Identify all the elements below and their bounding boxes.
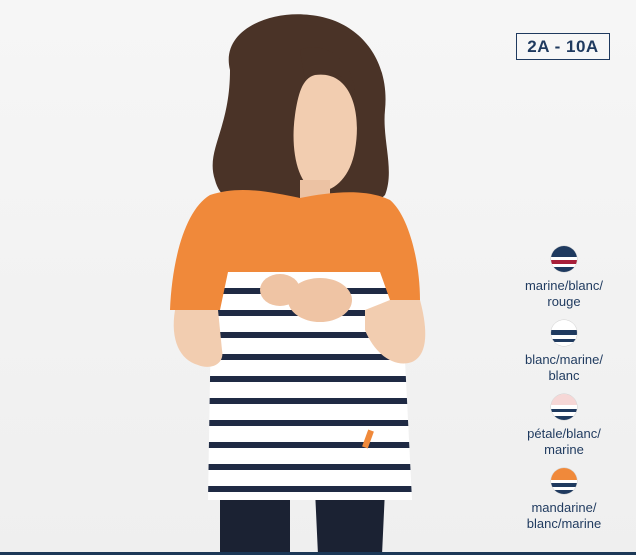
product-photo <box>170 14 426 555</box>
color-option-label: pétale/blanc/ marine <box>527 426 601 457</box>
stripe-swatch-marine-blanc-rouge-icon <box>551 246 577 272</box>
stripe-swatch-petale-blanc-marine-icon <box>551 394 577 420</box>
stripe-swatch-mandarine-blanc-marine-icon <box>551 468 577 494</box>
color-option[interactable]: pétale/blanc/ marine <box>505 394 623 458</box>
color-option[interactable]: mandarine/ blanc/marine <box>505 468 623 532</box>
size-range-badge: 2A - 10A <box>516 33 610 60</box>
color-option-label: marine/blanc/ rouge <box>524 278 604 309</box>
color-option-label: mandarine/ blanc/marine <box>526 500 602 531</box>
color-option-label: blanc/marine/ blanc <box>524 352 604 383</box>
stripe-swatch-blanc-marine-blanc-icon <box>551 320 577 346</box>
left-arm <box>173 310 223 367</box>
color-option[interactable]: blanc/marine/ blanc <box>505 320 623 384</box>
color-option[interactable]: marine/blanc/ rouge <box>505 246 623 310</box>
color-swatch-list: marine/blanc/ rouge blanc/marine/ blanc … <box>505 246 623 542</box>
